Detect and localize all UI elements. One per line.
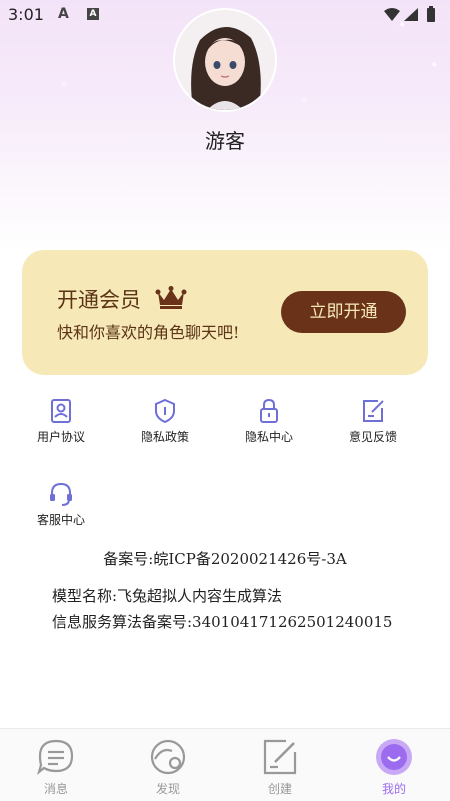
menu-privacy-policy[interactable]: 隐私政策 xyxy=(120,398,210,445)
model-name: 模型名称:飞兔超拟人内容生成算法 xyxy=(52,587,283,605)
tab-label: 发现 xyxy=(155,782,180,796)
tab-discover[interactable]: 发现 xyxy=(128,737,208,797)
notification-b-icon: A xyxy=(87,8,99,20)
edit-icon xyxy=(363,400,384,422)
headset-icon xyxy=(50,482,72,506)
notification-a-icon: A xyxy=(58,6,69,22)
profile-icon xyxy=(376,739,412,775)
menu-label: 客服中心 xyxy=(36,513,85,527)
tab-messages[interactable]: 消息 xyxy=(16,737,96,797)
shield-icon xyxy=(155,398,175,424)
sparkle-decoration: ✧ xyxy=(60,80,69,91)
vip-title: 开通会员 xyxy=(57,288,141,312)
wifi-icon xyxy=(384,8,400,21)
sparkle-decoration: ✦ xyxy=(430,60,439,71)
signal-icon xyxy=(404,8,418,21)
tab-label: 创建 xyxy=(267,782,292,796)
menu-customer-service[interactable]: 客服中心 xyxy=(16,481,106,528)
algorithm-record: 信息服务算法备案号:340104171262501240015 xyxy=(52,613,393,631)
avatar[interactable] xyxy=(175,10,275,110)
tab-profile[interactable]: 我的 xyxy=(354,737,434,797)
sparkle-decoration: ✧ xyxy=(300,95,309,106)
status-icons xyxy=(382,6,442,28)
username: 游客 xyxy=(205,129,245,153)
user-id-icon xyxy=(51,399,71,423)
lock-icon xyxy=(260,398,278,423)
battery-icon xyxy=(427,6,435,22)
menu-label: 意见反馈 xyxy=(348,430,397,444)
menu-label: 用户协议 xyxy=(36,430,85,444)
crown-icon xyxy=(155,285,187,315)
menu-privacy-center[interactable]: 隐私中心 xyxy=(224,398,314,445)
menu-label: 隐私政策 xyxy=(140,430,189,444)
tab-label: 消息 xyxy=(43,782,68,796)
vip-banner[interactable]: 开通会员 快和你喜欢的角色聊天吧! 立即开通 xyxy=(22,250,428,375)
vip-subtitle: 快和你喜欢的角色聊天吧! xyxy=(57,323,240,342)
bottom-tab-bar: 消息 发现 创建 我的 xyxy=(0,728,450,801)
icp-record: 备案号:皖ICP备2020021426号-3A xyxy=(103,550,347,568)
discover-icon xyxy=(150,739,186,775)
chat-icon xyxy=(36,739,74,776)
avatar-image xyxy=(175,10,275,110)
status-time: 3:01 xyxy=(8,5,44,24)
tab-create[interactable]: 创建 xyxy=(240,737,320,797)
menu-feedback[interactable]: 意见反馈 xyxy=(328,398,418,445)
menu-label: 隐私中心 xyxy=(244,430,293,444)
create-icon xyxy=(263,739,297,775)
tab-label: 我的 xyxy=(381,782,406,796)
menu-user-agreement[interactable]: 用户协议 xyxy=(16,398,106,445)
activate-vip-button[interactable]: 立即开通 xyxy=(281,291,406,333)
